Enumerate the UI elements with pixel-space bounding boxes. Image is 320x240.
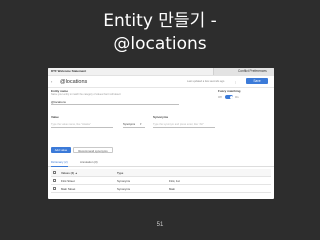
synonyms-type-dropdown[interactable]: Synonyms <box>123 123 135 126</box>
table-row[interactable]: First Street Synonyms First, 1st <box>51 177 271 185</box>
value-underline <box>51 127 113 128</box>
fuzzy-on-label: On <box>235 96 239 99</box>
save-button[interactable]: Save <box>246 78 268 84</box>
add-value-label: Add value <box>54 148 68 153</box>
row-type: Synonyms <box>117 187 131 191</box>
entity-name-hint: Name your entity to match the category o… <box>51 93 121 96</box>
synonyms-label: Synonyms <box>153 115 169 119</box>
add-value-button[interactable]: Add value <box>51 147 71 153</box>
fuzzy-matching-toggle[interactable] <box>225 95 233 99</box>
breadcrumb[interactable]: DTF Welcome Statement <box>51 69 86 73</box>
recommend-synonyms-button[interactable]: Recommend synonyms <box>73 147 113 153</box>
page-title: @locations <box>60 78 88 85</box>
tab-annotation[interactable]: Annotation (0) <box>80 160 98 166</box>
value-input[interactable]: Type the value name, like "Alaska" <box>51 123 91 126</box>
back-arrow-icon[interactable]: ‹ <box>51 79 52 84</box>
more-options-icon[interactable]: ⋮ <box>234 80 237 84</box>
row-value: Main Street <box>61 187 76 191</box>
row-checkbox[interactable] <box>53 187 56 190</box>
value-label: Value <box>51 115 59 119</box>
row-type: Synonyms <box>117 179 131 183</box>
tab-dictionary[interactable]: Dictionary (2) <box>51 160 68 167</box>
dropdown-underline <box>123 127 145 128</box>
row-synonyms: Main <box>169 187 176 191</box>
row-synonyms: First, 1st <box>169 179 180 183</box>
entity-name-underline <box>51 104 179 105</box>
entity-tabs: Dictionary (2) Annotation (0) <box>48 160 274 167</box>
app-screenshot: DTF Welcome Statement Conflict Preferenc… <box>48 68 274 199</box>
row-checkbox[interactable] <box>53 179 56 182</box>
values-table: Values (2) ▲ Type First Street Synonyms … <box>51 169 271 193</box>
values-column-header[interactable]: Values (2) ▲ <box>61 171 78 175</box>
synonyms-underline <box>153 127 215 128</box>
toggle-knob <box>229 95 233 99</box>
table-header-row: Values (2) ▲ Type <box>51 169 271 177</box>
page-number: 51 <box>156 222 164 228</box>
conflict-preferences-tab[interactable]: Conflict Preferences <box>213 68 274 75</box>
fuzzy-off-label: Off <box>218 96 222 99</box>
entity-header: ‹ @locations Last updated a few seconds … <box>48 76 274 88</box>
row-value: First Street <box>61 179 75 183</box>
synonyms-input[interactable]: Type the synonym and press enter, like "… <box>153 123 204 126</box>
slide-title-line-1: Entity 만들기 - <box>103 11 217 31</box>
slide-title: Entity 만들기 - @locations <box>0 10 320 56</box>
save-button-label: Save <box>253 79 261 83</box>
fuzzy-matching-label: Fuzzy matching <box>218 89 241 93</box>
conflict-preferences-label: Conflict Preferences <box>238 69 267 73</box>
chevron-down-icon[interactable]: ▾ <box>140 122 142 126</box>
type-column-header: Type <box>117 171 124 175</box>
select-all-checkbox[interactable] <box>53 171 56 174</box>
last-updated-note: Last updated a few seconds ago <box>187 80 225 83</box>
app-top-bar: DTF Welcome Statement Conflict Preferenc… <box>48 68 274 76</box>
table-row[interactable]: Main Street Synonyms Main <box>51 185 271 193</box>
slide-title-line-2: @locations <box>113 34 207 54</box>
recommend-synonyms-label: Recommend synonyms <box>78 149 108 153</box>
